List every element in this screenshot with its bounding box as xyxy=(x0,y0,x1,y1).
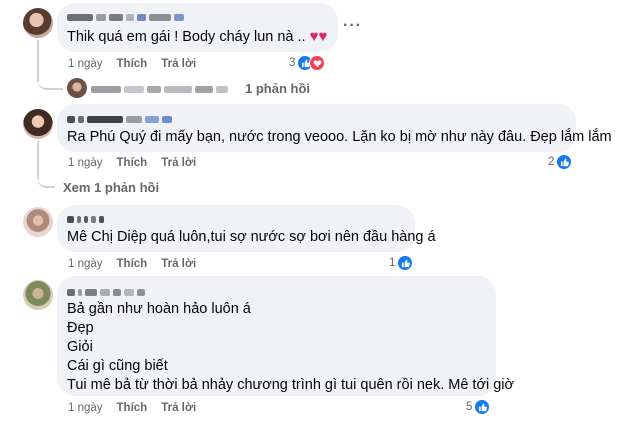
comment-4-line: Giỏi xyxy=(67,339,93,355)
comment-2-text: Ra Phú Quý đi mấy bạn, nước trong veooo.… xyxy=(67,129,612,145)
comment-1-actions: 1 ngày Thích Trả lời xyxy=(68,58,196,70)
comment-2-view-replies[interactable]: Xem 1 phản hồi xyxy=(63,180,159,195)
comment-2-like-button[interactable]: Thích xyxy=(117,157,148,169)
comment-1-author-name[interactable] xyxy=(67,12,184,22)
comment-1-body: Thik quá em gái ! Body cháy lun nà .. xyxy=(67,29,310,45)
comment-3-like-button[interactable]: Thích xyxy=(117,258,148,270)
comment-3-time[interactable]: 1 ngày xyxy=(68,258,103,270)
comment-3-reactions[interactable]: 1 xyxy=(389,255,414,271)
comment-4-line: Đẹp xyxy=(67,320,94,336)
comment-1-reaction-count: 3 xyxy=(289,57,296,69)
comment-3-reaction-count: 1 xyxy=(389,257,396,269)
comment-1-reactions[interactable]: 3 xyxy=(289,55,326,71)
reply-avatar[interactable] xyxy=(67,78,87,98)
comment-3-avatar[interactable] xyxy=(23,207,53,237)
thumbs-up-icon xyxy=(474,399,491,415)
comment-2-reply-button[interactable]: Trả lời xyxy=(161,157,196,169)
comment-4-like-button[interactable]: Thích xyxy=(117,402,148,414)
thread-connector-2 xyxy=(37,172,55,188)
comment-3-actions: 1 ngày Thích Trả lời xyxy=(68,258,196,270)
comment-3-reply-button[interactable]: Trả lời xyxy=(161,258,196,270)
comment-1-reply-button[interactable]: Trả lời xyxy=(161,58,196,70)
comment-2-author-name[interactable] xyxy=(67,114,172,124)
thread-connector-1 xyxy=(37,70,63,90)
comment-2-actions: 1 ngày Thích Trả lời xyxy=(68,157,196,169)
comment-1-text: Thik quá em gái ! Body cháy lun nà .. ♥♥ xyxy=(67,27,327,47)
comment-4-time[interactable]: 1 ngày xyxy=(68,402,103,414)
comment-1-time[interactable]: 1 ngày xyxy=(68,58,103,70)
comment-3-text: Mê Chị Diệp quá luôn,tui sợ nước sợ bơi … xyxy=(67,229,436,245)
comment-4-line: Cái gì cũng biết xyxy=(67,358,168,374)
comment-4-avatar[interactable] xyxy=(23,280,53,310)
comment-1-view-replies[interactable]: 1 phản hồi xyxy=(245,81,310,96)
more-options-icon[interactable]: ··· xyxy=(343,17,362,35)
comment-4-text: Bả gần như hoàn hảo luôn á Đẹp Giỏi Cái … xyxy=(67,300,514,395)
comment-2-reaction-count: 2 xyxy=(548,156,555,168)
comment-2-reactions[interactable]: 2 xyxy=(548,154,573,170)
heart-icon xyxy=(309,55,326,71)
comment-4-line: Tui mê bả từ thời bả nhảy chương trình g… xyxy=(67,377,515,393)
comment-4-reactions[interactable]: 5 xyxy=(466,399,491,415)
comment-1-like-button[interactable]: Thích xyxy=(117,58,148,70)
reply-author-name[interactable] xyxy=(91,84,228,94)
comment-4-reaction-count: 5 xyxy=(466,401,473,413)
comment-4-actions: 1 ngày Thích Trả lời xyxy=(68,402,196,414)
comment-4-reply-button[interactable]: Trả lời xyxy=(161,402,196,414)
comment-1-avatar[interactable] xyxy=(23,8,53,38)
comment-4-line: Bả gần như hoàn hảo luôn á xyxy=(67,301,251,317)
thumbs-up-icon xyxy=(556,154,573,170)
comment-3-author-name[interactable] xyxy=(67,214,104,224)
comment-4-author-name[interactable] xyxy=(67,287,145,297)
heart-emoji: ♥♥ xyxy=(309,28,328,45)
thumbs-up-icon xyxy=(397,255,414,271)
comment-2-avatar[interactable] xyxy=(23,109,53,139)
comment-2-time[interactable]: 1 ngày xyxy=(68,157,103,169)
